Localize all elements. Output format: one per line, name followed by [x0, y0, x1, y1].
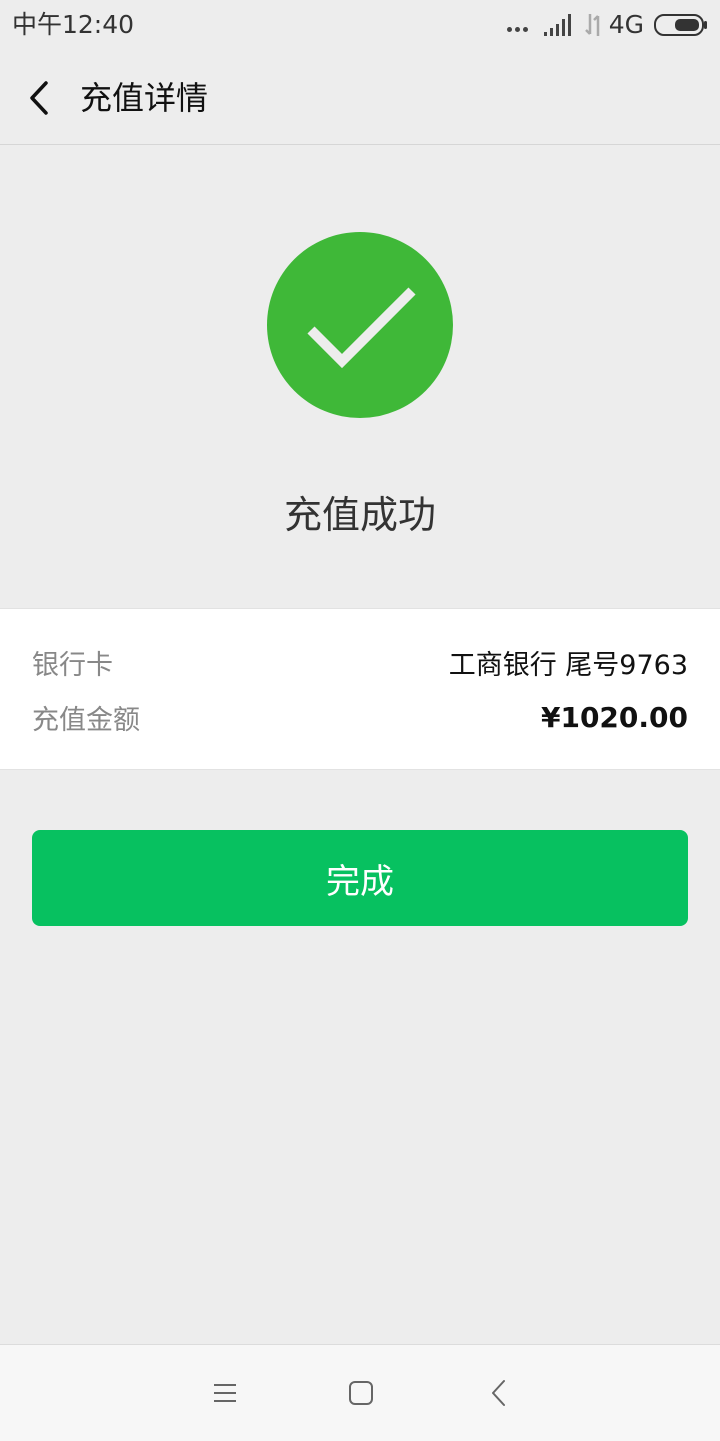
home-icon[interactable] [346, 1378, 376, 1408]
detail-card: 银行卡 工商银行 尾号9763 充值金额 ¥1020.00 [0, 608, 720, 770]
header: 充值详情 [0, 52, 720, 145]
battery-icon [654, 14, 707, 36]
success-message: 充值成功 [283, 493, 436, 537]
detail-row-amount: 充值金额 ¥1020.00 [32, 697, 688, 737]
status-icons: 4G [506, 8, 708, 42]
signal-icon [543, 14, 571, 36]
check-circle-icon [267, 232, 453, 418]
data-arrows-icon [584, 14, 599, 36]
navigation-bar [0, 1344, 720, 1441]
chevron-left-icon[interactable] [24, 78, 54, 118]
page-title: 充值详情 [80, 79, 209, 117]
back-icon[interactable] [484, 1378, 514, 1408]
detail-row-bank-card: 银行卡 工商银行 尾号9763 [32, 642, 688, 682]
done-button[interactable]: 完成 [32, 830, 688, 926]
detail-label: 充值金额 [32, 704, 140, 736]
network-type: 4G [608, 10, 644, 39]
status-time: 中午12:40 [12, 10, 135, 39]
detail-label: 银行卡 [32, 649, 113, 681]
detail-value-amount: ¥1020.00 [540, 700, 688, 734]
menu-icon[interactable] [210, 1378, 240, 1408]
detail-value: 工商银行 尾号9763 [448, 649, 688, 681]
more-dots-icon [506, 26, 531, 32]
status-bar: 中午12:40 4G [0, 0, 720, 52]
